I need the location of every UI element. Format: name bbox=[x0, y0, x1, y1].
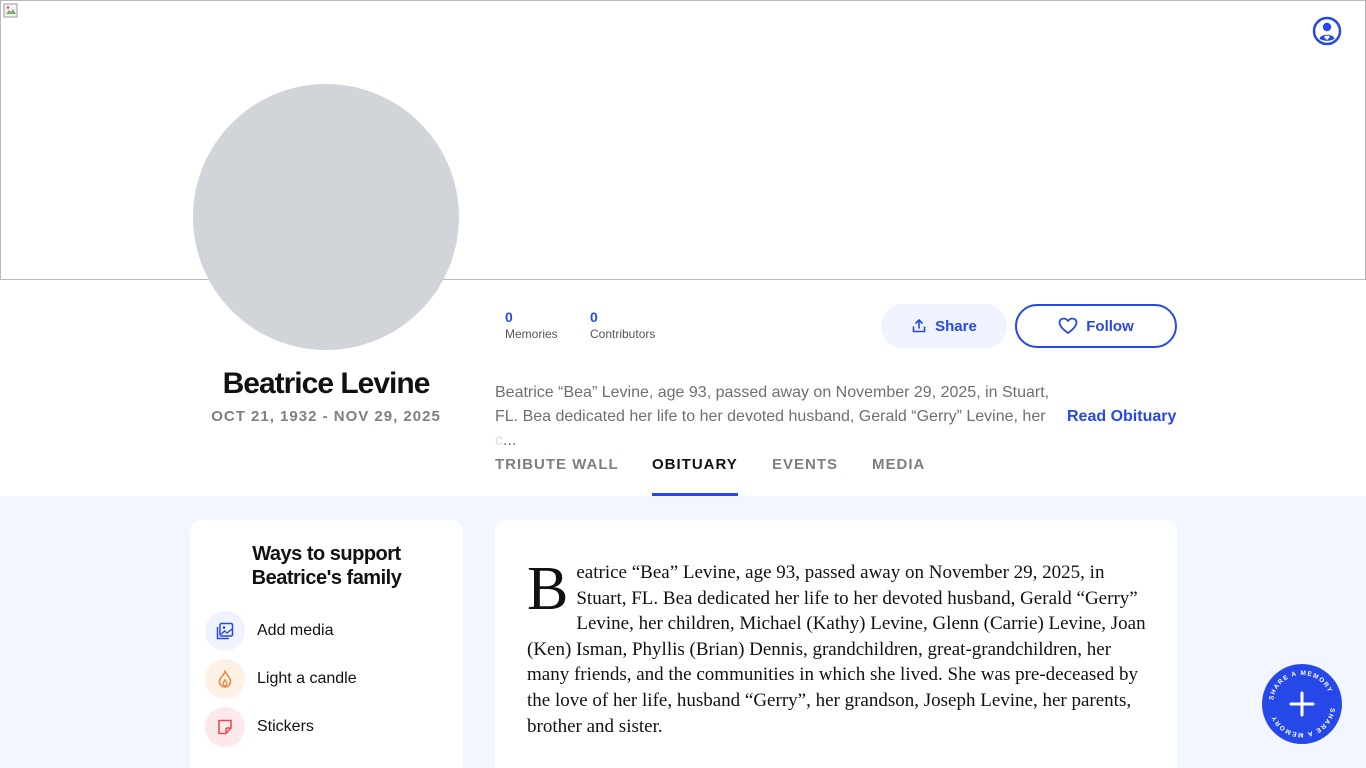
support-title: Ways to support Beatrice's family bbox=[190, 542, 463, 590]
sticker-icon bbox=[205, 707, 245, 747]
excerpt-text: Beatrice “Bea” Levine, age 93, passed aw… bbox=[495, 384, 1050, 425]
add-media-item[interactable]: Add media bbox=[205, 611, 445, 651]
support-title-line2: Beatrice's family bbox=[251, 567, 402, 589]
tab-tribute-wall[interactable]: TRIBUTE WALL bbox=[495, 456, 619, 496]
contributors-count: 0 bbox=[590, 309, 598, 325]
add-media-label: Add media bbox=[257, 622, 334, 639]
share-button[interactable]: Share bbox=[881, 304, 1007, 348]
share-label: Share bbox=[935, 317, 977, 335]
follow-label: Follow bbox=[1086, 317, 1134, 335]
obituary-card: Beatrice “Bea” Levine, age 93, passed aw… bbox=[495, 520, 1177, 768]
broken-image-icon bbox=[3, 3, 18, 18]
tab-obituary[interactable]: OBITUARY bbox=[652, 456, 738, 496]
profile-photo bbox=[193, 84, 459, 350]
share-memory-button[interactable]: SHARE A MEMORY SHARE A MEMORY bbox=[1262, 664, 1342, 744]
share-icon bbox=[912, 319, 926, 333]
memories-count: 0 bbox=[505, 309, 513, 325]
life-dates: OCT 21, 1932 - NOV 29, 2025 bbox=[211, 408, 441, 425]
tab-events[interactable]: EVENTS bbox=[772, 456, 838, 496]
memories-stat[interactable]: 0 Memories bbox=[505, 309, 558, 341]
read-obituary-link[interactable]: Read Obituary bbox=[1067, 405, 1176, 429]
obituary-dropcap: B bbox=[527, 555, 569, 623]
share-memory-badge: SHARE A MEMORY SHARE A MEMORY bbox=[1268, 670, 1334, 738]
image-icon bbox=[205, 611, 245, 651]
contributors-stat[interactable]: 0 Contributors bbox=[590, 309, 655, 341]
light-candle-label: Light a candle bbox=[257, 670, 357, 687]
obituary-body: eatrice “Bea” Levine, age 93, passed awa… bbox=[527, 562, 1146, 737]
tab-media[interactable]: MEDIA bbox=[872, 456, 925, 496]
stickers-label: Stickers bbox=[257, 718, 314, 735]
follow-button[interactable]: Follow bbox=[1015, 304, 1177, 348]
obituary-excerpt: Beatrice “Bea” Levine, age 93, passed aw… bbox=[495, 381, 1060, 453]
support-card: Ways to support Beatrice's family Add me… bbox=[190, 520, 463, 768]
excerpt-ellipsis: ... bbox=[503, 432, 517, 449]
contributors-label: Contributors bbox=[590, 327, 656, 341]
stickers-item[interactable]: Stickers bbox=[205, 707, 445, 747]
heart-icon bbox=[1058, 317, 1078, 334]
light-candle-item[interactable]: Light a candle bbox=[205, 659, 445, 699]
plus-icon bbox=[1289, 691, 1315, 717]
flame-icon bbox=[205, 659, 245, 699]
excerpt-fade: c bbox=[495, 432, 503, 449]
memories-label: Memories bbox=[505, 327, 558, 341]
deceased-name: Beatrice Levine bbox=[222, 367, 431, 400]
account-icon[interactable] bbox=[1312, 16, 1342, 46]
obituary-text: Beatrice “Bea” Levine, age 93, passed aw… bbox=[527, 555, 1147, 739]
support-title-line1: Ways to support bbox=[252, 543, 401, 565]
